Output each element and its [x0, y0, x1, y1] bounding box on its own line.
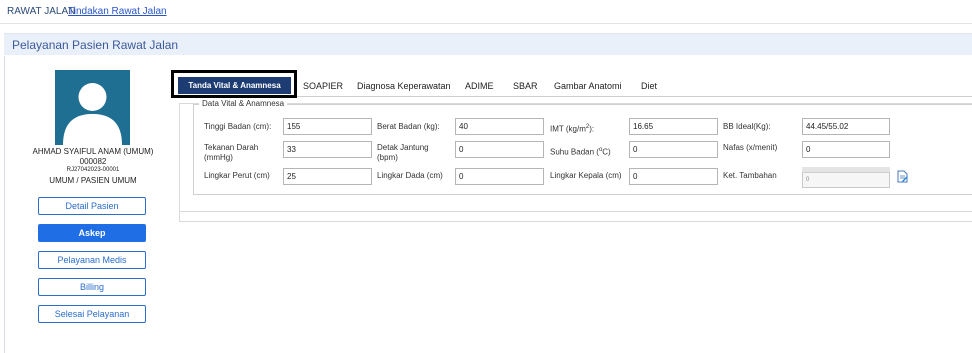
bb-ideal-label: BB Ideal(Kg): [723, 122, 771, 131]
lingkar-perut-label: Lingkar Perut (cm) [204, 171, 270, 180]
tab-diet[interactable]: Diet [641, 81, 657, 91]
billing-button[interactable]: Billing [38, 278, 146, 296]
lingkar-perut-input[interactable] [283, 168, 372, 185]
ket-tambahan-label: Ket. Tambahan [723, 171, 777, 180]
tinggi-badan-input[interactable] [283, 118, 372, 135]
imt-label: IMT (kg/m2): [550, 124, 595, 134]
panel-header: Pelayanan Pasien Rawat Jalan [4, 33, 972, 55]
fieldset-legend: Data Vital & Anamnesa [199, 99, 288, 108]
suhu-badan-input[interactable] [629, 141, 718, 158]
header-divider [0, 23, 972, 24]
patient-registration: RJ27042023-00001 [66, 167, 120, 173]
detak-jantung-input[interactable] [455, 141, 544, 158]
berat-badan-input[interactable] [455, 118, 544, 135]
berat-badan-label: Berat Badan (kg): [377, 122, 440, 131]
lingkar-dada-input[interactable] [455, 168, 544, 185]
askep-button[interactable]: Askep [38, 224, 146, 242]
tab-tanda-vital[interactable]: Tanda Vital & Anamnesa [178, 77, 291, 94]
imt-input[interactable] [629, 118, 718, 135]
tab-sbar[interactable]: SBAR [513, 81, 538, 91]
panel-title: Pelayanan Pasien Rawat Jalan [12, 38, 179, 52]
breadcrumb: RAWAT JALAN Tindakan Rawat Jalan [0, 0, 972, 22]
tinggi-badan-label: Tinggi Badan (cm): [204, 122, 272, 131]
detail-pasien-button[interactable]: Detail Pasien [38, 197, 146, 215]
tab-gambar-anatomi[interactable]: Gambar Anatomi [554, 81, 622, 91]
patient-avatar [55, 70, 130, 145]
suhu-badan-label: Suhu Badan (oC) [550, 147, 611, 157]
nafas-input[interactable] [802, 141, 890, 158]
bb-ideal-input[interactable] [802, 118, 890, 135]
textarea-toolbar [802, 167, 890, 173]
edit-document-icon[interactable] [896, 170, 909, 183]
nafas-label: Nafas (x/menit) [723, 143, 778, 152]
tabs-divider [179, 96, 972, 97]
pelayanan-medis-button[interactable]: Pelayanan Medis [38, 251, 146, 269]
detak-jantung-label: Detak Jantung (bpm) [377, 143, 429, 162]
patient-number: 000082 [79, 157, 107, 166]
tekanan-darah-label: Tekanan Darah (mmHg) [204, 143, 259, 162]
breadcrumb-root[interactable]: RAWAT JALAN [7, 6, 75, 17]
tab-content-footer [179, 210, 972, 222]
lingkar-dada-label: Lingkar Dada (cm) [377, 171, 443, 180]
tab-soapier[interactable]: SOAPIER [303, 81, 343, 91]
breadcrumb-current[interactable]: Tindakan Rawat Jalan [68, 6, 167, 17]
lingkar-kepala-label: Lingkar Kepala (cm) [550, 171, 622, 180]
tab-adime[interactable]: ADIME [465, 81, 494, 91]
patient-type: UMUM / PASIEN UMUM [49, 176, 137, 185]
lingkar-kepala-input[interactable] [629, 168, 718, 185]
patient-name: AHMAD SYAIFUL ANAM (UMUM) [32, 147, 154, 156]
selesai-pelayanan-button[interactable]: Selesai Pelayanan [38, 305, 146, 323]
user-silhouette-icon [63, 83, 122, 145]
tekanan-darah-input[interactable] [283, 141, 372, 158]
tab-diagnosa-keperawatan[interactable]: Diagnosa Keperawatan [357, 81, 451, 91]
